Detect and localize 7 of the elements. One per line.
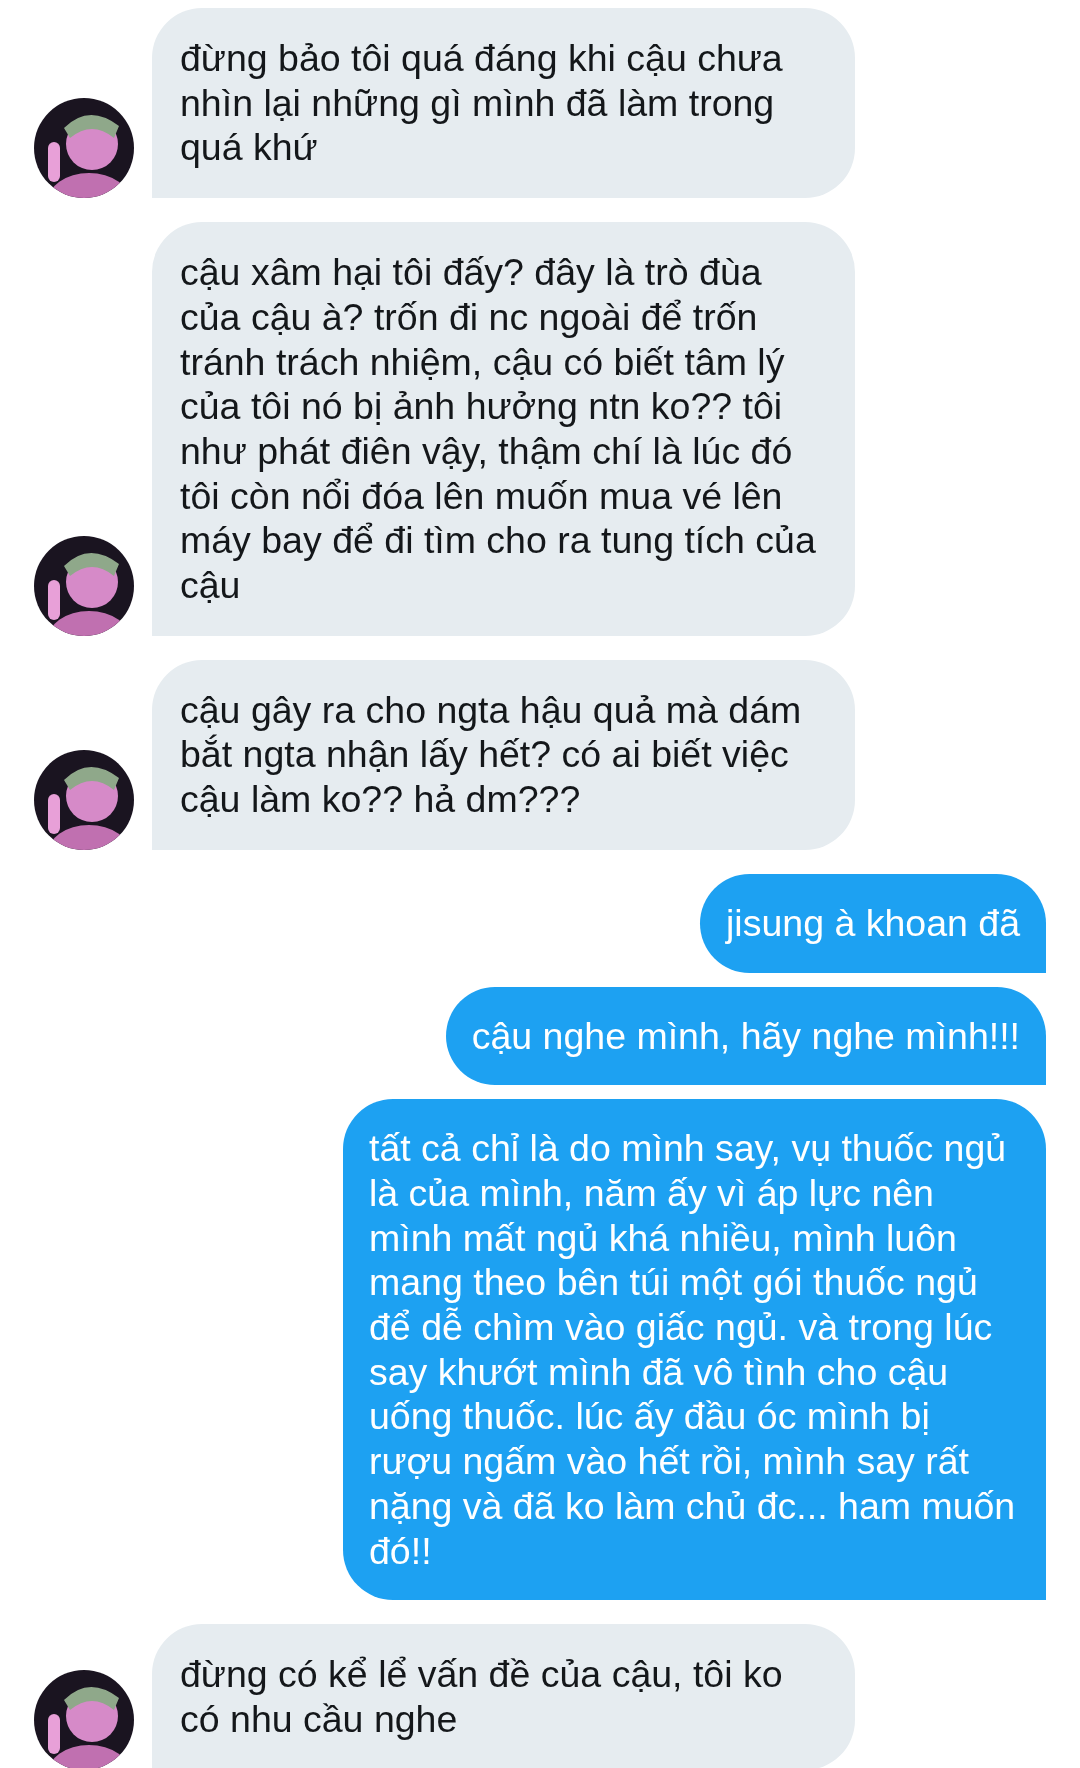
sent-message: jisung à khoan đã xyxy=(700,873,1046,973)
sent-message: cậu nghe mình, hãy nghe mình!!! xyxy=(445,986,1046,1086)
received-message: đừng bảo tôi quá đáng khi cậu chưa nhìn lại những gì mình đã làm trong quá khứ xyxy=(152,8,855,199)
sent-message: tất cả chỉ là do mình say, vụ thuốc ngủ là của mình, năm ấy vì áp lực nên mình mất ngủ khá nhiều, mình luôn mang theo bên túi một gói thuốc ngủ để dễ chìm vào giấc ngủ. và trong lúc say khướt mình đã vô tình cho cậu uống thuốc. lúc ấy đầu óc mình bị rượu ngấm vào hết rồi, mình say rất nặng và đã ko làm chủ đc... ham muốn đó!! xyxy=(343,1099,1046,1601)
received-message: đừng có kể lể vấn đề của cậu, tôi ko có nhu cầu nghe xyxy=(152,1624,855,1768)
received-message: cậu xâm hại tôi đấy? đây là trò đùa của cậu à? trốn đi nc ngoài để trốn tránh trách nhiệm, cậu có biết tâm lý của tôi nó bị ảnh hưởng ntn ko?? tôi như phát điên vậy, thậm chí là lúc đó tôi còn nổi đóa lên muốn mua vé lên máy bay để đi tìm cho ra tung tích của cậu xyxy=(152,222,855,636)
received-message: cậu gây ra cho ngta hậu quả mà dám bắt ngta nhận lấy hết? có ai biết việc cậu làm ko?? hả dm??? xyxy=(152,659,855,850)
